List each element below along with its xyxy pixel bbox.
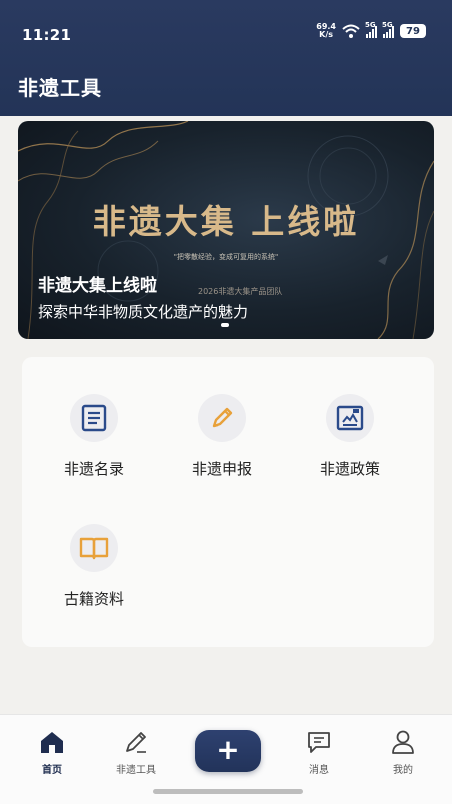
nav-mine[interactable]: 我的 — [368, 729, 438, 776]
network-speed: 69.4 K/s — [316, 23, 336, 39]
tool-label: 非遗申报 — [191, 460, 252, 478]
speed-unit: K/s — [319, 30, 334, 39]
signal-icon-sim2: 5G — [382, 21, 394, 38]
app-header: 11:21 69.4 K/s 5G 5G 79 非遗工具 — [0, 0, 452, 116]
tool-ancient-books[interactable]: 古籍资料 — [34, 524, 154, 609]
tool-icon-container — [326, 394, 374, 442]
banner-carousel[interactable]: 非遗大集 上线啦 "把零散经验，变成可复用的系统" 2026非遗大集产品团队 非… — [18, 121, 434, 339]
pencil-icon — [126, 732, 146, 753]
message-icon — [308, 732, 330, 753]
nav-label: 消息 — [309, 765, 329, 776]
tool-icon-container — [70, 394, 118, 442]
tool-icon-container — [70, 524, 118, 572]
policy-image-icon — [336, 405, 364, 431]
pencil-icon — [212, 407, 233, 428]
tool-heritage-policy[interactable]: 非遗政策 — [290, 394, 410, 479]
battery-indicator: 79 — [400, 24, 426, 38]
tool-label: 古籍资料 — [63, 590, 124, 608]
status-time: 11:21 — [22, 26, 72, 44]
tools-grid: 非遗名录 非遗申报 非遗政策 古籍资料 — [22, 357, 434, 647]
bottom-navigation: 首页 非遗工具 + 消息 我的 — [0, 714, 452, 804]
page-title: 非遗工具 — [18, 76, 102, 100]
sim1-label: 5G — [365, 21, 376, 29]
wifi-icon — [342, 24, 360, 38]
nav-home[interactable]: 首页 — [17, 729, 87, 776]
banner-team-credit: 2026非遗大集产品团队 — [198, 287, 283, 296]
status-icons: 69.4 K/s 5G 5G 79 — [316, 21, 426, 39]
nav-label: 首页 — [42, 765, 62, 776]
tool-icon-container — [198, 394, 246, 442]
open-book-icon — [79, 537, 109, 560]
signal-icon-sim1: 5G — [365, 21, 377, 38]
tool-heritage-application[interactable]: 非遗申报 — [162, 394, 282, 479]
nav-label: 我的 — [393, 765, 413, 776]
tool-label: 非遗名录 — [63, 460, 124, 478]
home-indicator — [153, 789, 303, 794]
nav-messages[interactable]: 消息 — [284, 729, 354, 776]
sim2-label: 5G — [382, 21, 393, 29]
home-icon — [41, 732, 63, 753]
tool-heritage-list[interactable]: 非遗名录 — [34, 394, 154, 479]
banner-tagline: "把零散经验，变成可复用的系统" — [173, 253, 279, 261]
add-button[interactable]: + — [195, 730, 261, 772]
tool-label: 非遗政策 — [319, 460, 380, 478]
nav-tools[interactable]: 非遗工具 — [101, 729, 171, 776]
nav-label: 非遗工具 — [116, 765, 156, 776]
user-icon — [392, 730, 414, 754]
banner-title: 非遗大集上线啦 — [38, 276, 157, 296]
banner-subtitle: 探索中华非物质文化遗产的魅力 — [38, 303, 249, 321]
carousel-indicator[interactable] — [221, 323, 229, 327]
banner-headline: 非遗大集 上线啦 — [92, 202, 360, 241]
document-list-icon — [81, 404, 107, 432]
